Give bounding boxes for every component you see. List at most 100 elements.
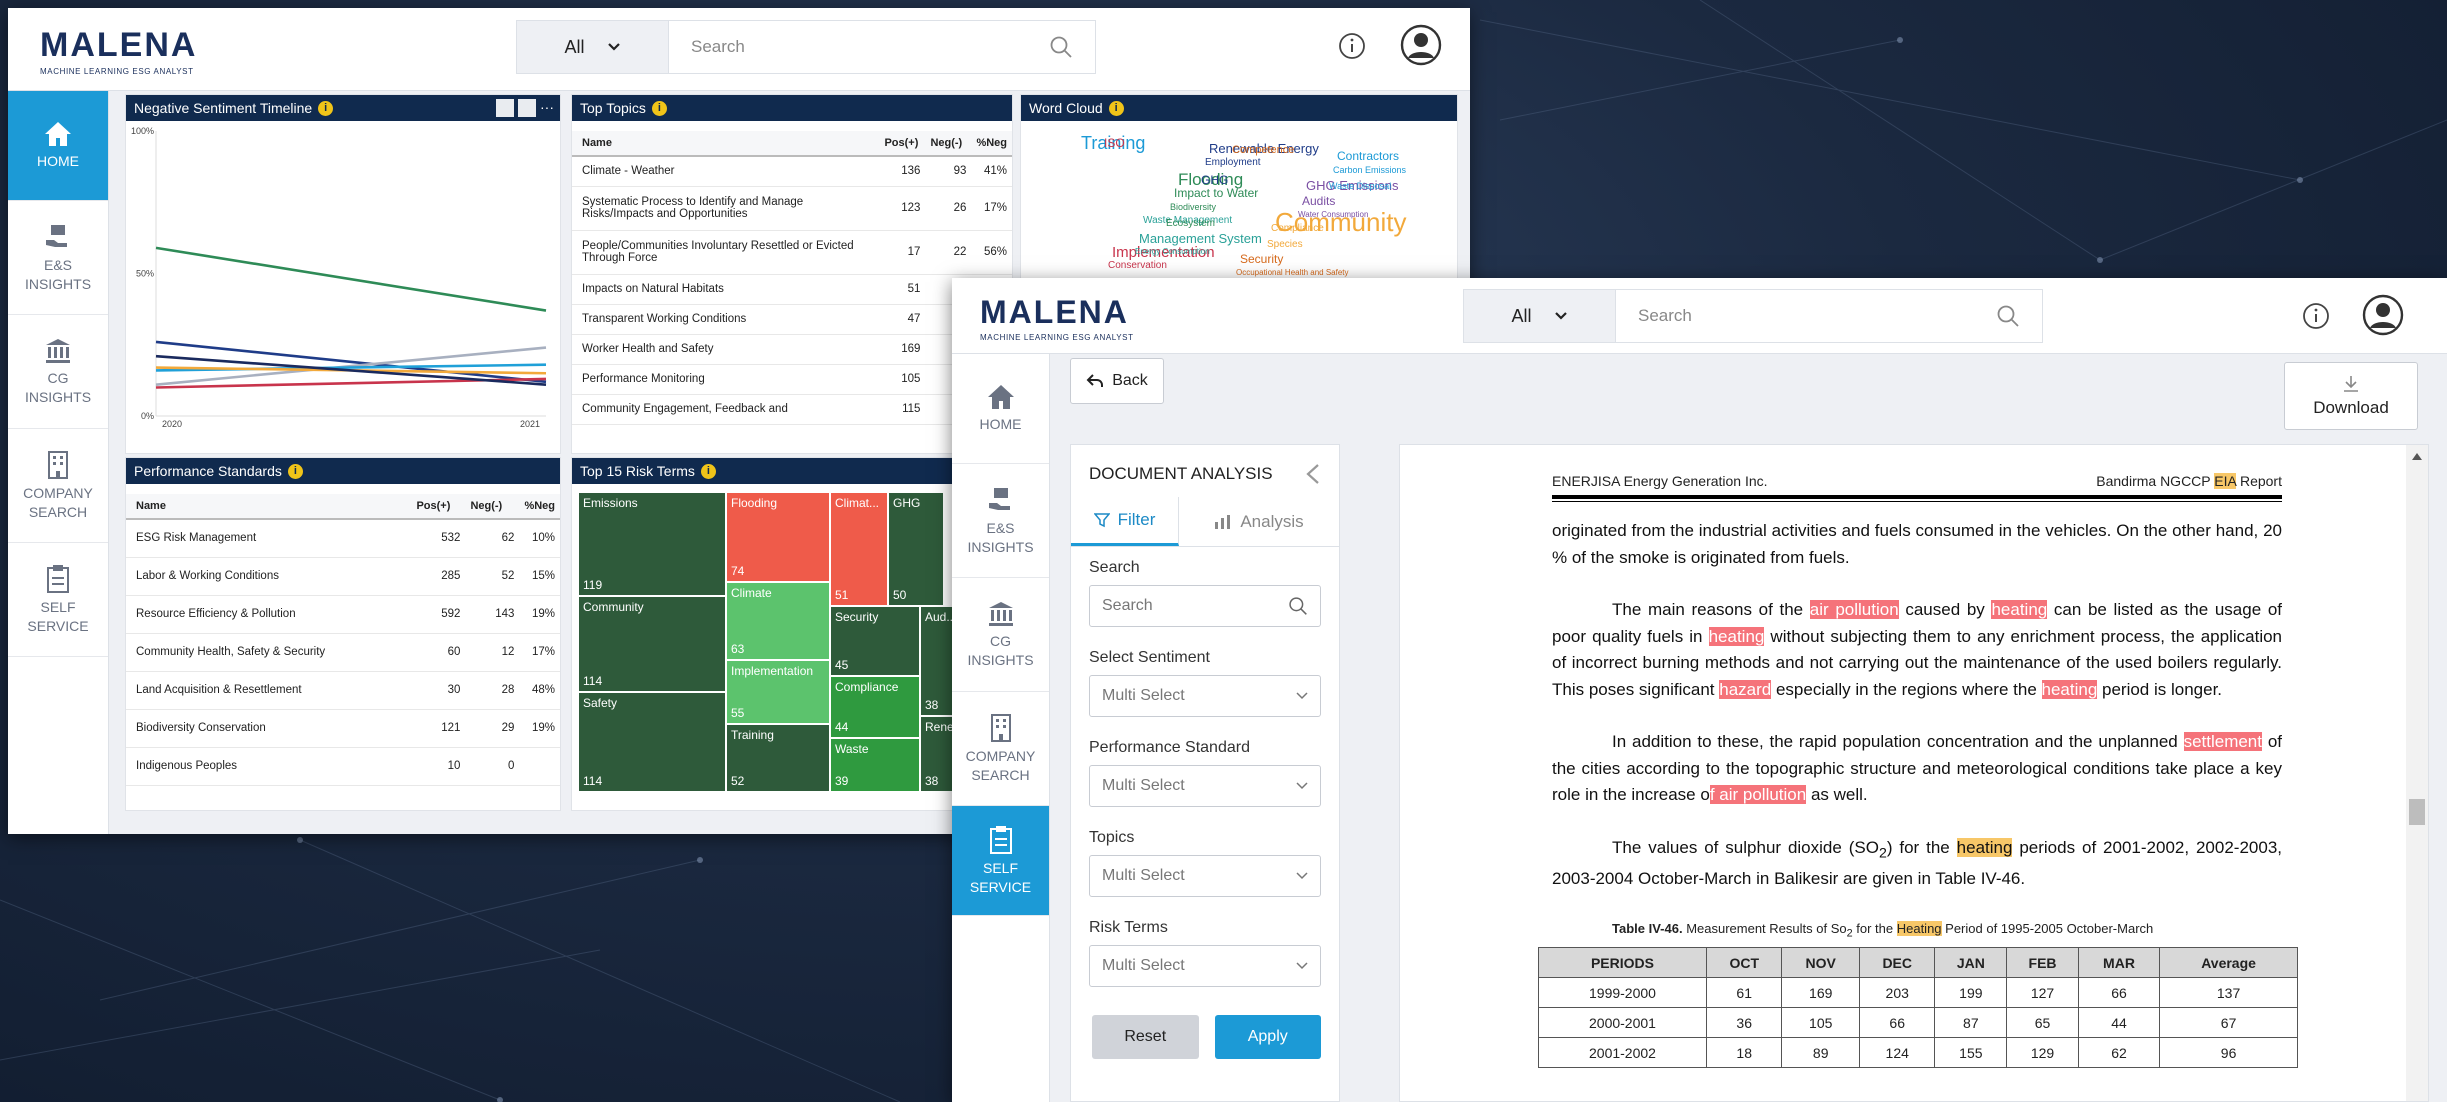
reset-button[interactable]: Reset [1092,1015,1199,1059]
global-search-input[interactable]: Search [1616,290,1996,342]
word-cloud-word[interactable]: ISO [1104,136,1125,150]
col-pct[interactable]: %Neg [519,494,560,520]
cell-pos: 17 [879,230,926,275]
table-row[interactable]: Labor & Working Conditions 285 52 15% [126,557,560,596]
collapse-chevron-icon[interactable] [1305,463,1321,485]
word-cloud-word[interactable]: Audits [1302,194,1335,208]
table-row[interactable]: People/Communities Involuntary Resettled… [572,230,1012,275]
cell-pct: 41% [971,156,1012,187]
table-row[interactable]: Systematic Process to Identify and Manag… [572,186,1012,231]
word-cloud-word[interactable]: Species [1267,239,1303,250]
scrollbar-thumb[interactable] [2409,799,2425,825]
search-scope-select[interactable]: All [517,21,669,73]
table-row[interactable]: Indigenous Peoples 10 0 [126,747,560,786]
table-row[interactable]: ESG Risk Management 532 62 10% [126,519,560,558]
search-icon[interactable] [1049,21,1095,73]
search-scope-select[interactable]: All [1464,290,1616,342]
apply-button[interactable]: Apply [1214,1015,1321,1059]
table-row[interactable]: Community Health, Safety & Security 60 12 1… [126,633,560,672]
expand-icon[interactable] [518,99,536,117]
document-search-input[interactable]: Search [1089,585,1321,627]
word-cloud-word[interactable]: Carbon Emissions [1333,165,1406,175]
user-avatar-icon[interactable] [1400,24,1442,71]
treemap-tile[interactable]: GHG 50 [888,492,944,606]
word-cloud-word[interactable]: Occupational Health and Safety [1236,268,1349,277]
treemap-tile[interactable]: Climate 63 [726,582,830,660]
word-cloud-word[interactable]: Water Consumption [1298,210,1368,219]
treemap-tile[interactable]: Flooding 74 [726,492,830,582]
word-cloud-word[interactable]: Biodiversity [1170,202,1216,212]
info-icon[interactable]: i [651,100,667,116]
treemap-tile[interactable]: Compliance 44 [830,676,920,738]
col-pct[interactable]: %Neg [971,131,1012,157]
nav-company-search[interactable]: COMPANY SEARCH [8,429,108,543]
col-name[interactable]: Name [126,494,412,520]
search-icon[interactable] [1996,290,2042,342]
treemap-tile[interactable]: Implementation 55 [726,660,830,724]
nav-self-service[interactable]: SELF SERVICE [952,806,1049,916]
nav-es-insights[interactable]: E&S INSIGHTS [952,464,1049,578]
table-row[interactable]: Worker Health and Safety16917 [572,334,1012,365]
document-viewer[interactable]: ENERJISA Energy Generation Inc. Bandirma… [1399,444,2429,1102]
word-cloud-word[interactable]: Contractors [1337,149,1399,163]
col-pos[interactable]: Pos(+) [411,494,466,520]
col-neg[interactable]: Neg(-) [925,131,972,157]
word-cloud-word[interactable]: Impact to Water [1174,186,1258,200]
treemap-tile[interactable]: Security 45 [830,606,920,676]
table-row[interactable]: Impacts on Natural Habitats5121 [572,274,1012,305]
back-button[interactable]: Back [1070,358,1164,404]
nav-cg-insights[interactable]: CG INSIGHTS [952,578,1049,692]
nav-cg-insights[interactable]: CG INSIGHTS [8,315,108,429]
word-cloud-word[interactable]: Competence [1232,144,1294,156]
multi-select-dropdown[interactable]: Multi Select [1089,765,1321,807]
info-icon[interactable] [1338,32,1366,65]
word-cloud-word[interactable]: Compliance [1271,223,1324,234]
word-cloud-word[interactable]: Management System [1139,231,1262,246]
copy-icon[interactable] [496,99,514,117]
document-scrollbar[interactable] [2406,445,2428,1101]
more-icon[interactable]: ··· [540,99,554,117]
multi-select-dropdown[interactable]: Multi Select [1089,675,1321,717]
table-row[interactable]: Resource Efficiency & Pollution 592 143 19% [126,595,560,634]
nav-company-search[interactable]: COMPANY SEARCH [952,692,1049,806]
word-cloud-word[interactable]: Ecosystem [1166,218,1215,229]
table-row[interactable]: Climate - Weather 136 93 41% [572,156,1012,187]
treemap-tile[interactable]: Emissions 119 [578,492,726,596]
info-icon[interactable]: i [287,463,303,479]
info-icon[interactable]: i [700,463,716,479]
table-row[interactable]: Transparent Working Conditions4720 [572,304,1012,335]
word-cloud-word[interactable]: Employment [1205,157,1261,168]
word-cloud-word[interactable]: GHG [1201,173,1228,187]
table-row[interactable]: Community Engagement, Feedback and11514 [572,394,1012,425]
nav-home[interactable]: HOME [8,91,108,201]
col-neg[interactable]: Neg(-) [465,494,520,520]
info-icon[interactable]: i [318,100,334,116]
treemap-tile[interactable]: Waste 39 [830,738,920,792]
info-icon[interactable] [2302,302,2330,335]
table-row[interactable]: Performance Monitoring10516 [572,364,1012,395]
table-row[interactable]: Land Acquisition & Resettlement 30 28 48% [126,671,560,710]
tab-filter[interactable]: Filter [1071,497,1179,546]
word-cloud-word[interactable]: Security [1240,252,1283,266]
treemap-tile[interactable]: Training 52 [726,724,830,792]
scroll-up-arrow[interactable] [2412,453,2422,460]
nav-es-insights[interactable]: E&S INSIGHTS [8,201,108,315]
download-button[interactable]: Download [2284,362,2418,430]
info-icon[interactable]: i [1108,100,1124,116]
multi-select-dropdown[interactable]: Multi Select [1089,945,1321,987]
treemap-tile[interactable]: Safety 114 [578,692,726,792]
treemap-tile[interactable]: Community 114 [578,596,726,692]
nav-self-service[interactable]: SELF SERVICE [8,543,108,657]
word-cloud-word[interactable]: Waste Disposal [1329,181,1391,191]
nav-home[interactable]: HOME [952,354,1049,464]
col-name[interactable]: Name [572,131,880,157]
treemap-tile[interactable]: Climat... 51 [830,492,888,606]
tab-analysis[interactable]: Analysis [1179,497,1339,546]
global-search-input[interactable]: Search [669,21,1049,73]
multi-select-dropdown[interactable]: Multi Select [1089,855,1321,897]
word-cloud-word[interactable]: Conservation [1108,260,1167,271]
word-cloud-word[interactable]: Energy Consumption [1135,247,1210,256]
col-pos[interactable]: Pos(+) [879,131,926,157]
user-avatar-icon[interactable] [2362,294,2404,341]
table-row[interactable]: Biodiversity Conservation 121 29 19% [126,709,560,748]
